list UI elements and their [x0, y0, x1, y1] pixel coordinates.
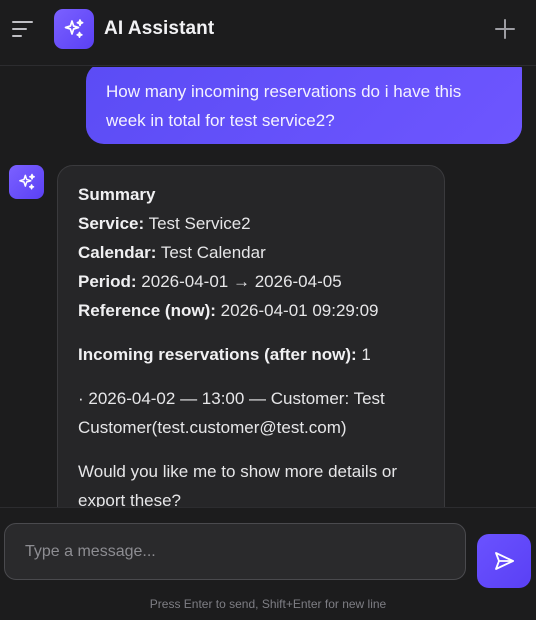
user-message: How many incoming reservations do i have… — [86, 67, 522, 144]
sparkles-icon — [54, 9, 94, 49]
period-value: 2026-04-01 → 2026-04-05 — [141, 272, 342, 291]
plus-icon[interactable] — [493, 17, 517, 41]
followup-question: Would you like me to show more details o… — [78, 462, 398, 507]
reservation-item: · 2026-04-02 — 13:00 — Customer: Test Cu… — [78, 389, 385, 437]
incoming-value: 1 — [361, 345, 371, 364]
assistant-avatar-icon — [9, 165, 44, 199]
assistant-message: Summary Service: Test Service2 Calendar:… — [57, 165, 445, 507]
period-label: Period: — [78, 272, 137, 291]
composer-hint: Press Enter to send, Shift+Enter for new… — [149, 597, 387, 611]
send-button[interactable] — [477, 534, 531, 588]
chat-area[interactable]: How many incoming reservations do i have… — [0, 67, 536, 507]
calendar-value: Test Calendar — [160, 243, 266, 262]
summary-heading: Summary — [78, 185, 156, 204]
menu-icon[interactable] — [12, 19, 34, 39]
app-title: AI Assistant — [104, 18, 215, 39]
app-header: AI Assistant — [0, 0, 536, 66]
composer: Press Enter to send, Shift+Enter for new… — [0, 507, 536, 620]
incoming-label: Incoming reservations (after now): — [78, 345, 357, 364]
calendar-label: Calendar: — [78, 243, 157, 262]
send-icon — [495, 552, 514, 570]
service-label: Service: — [78, 214, 145, 233]
reference-label: Reference (now): — [78, 301, 216, 320]
reference-value: 2026-04-01 09:29:09 — [220, 301, 379, 320]
service-value: Test Service2 — [148, 214, 251, 233]
message-input[interactable] — [4, 523, 466, 580]
